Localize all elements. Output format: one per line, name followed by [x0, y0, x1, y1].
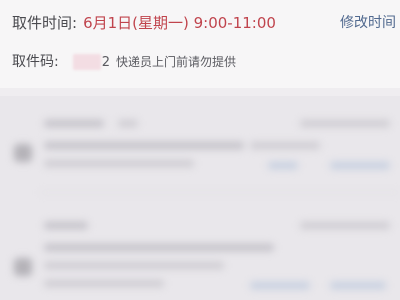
blurred-list-item	[0, 96, 400, 196]
pickup-time-value: 6月1日(星期一) 9:00-11:00	[83, 14, 276, 32]
package-icon	[14, 144, 32, 162]
pickup-code-label: 取件码:	[12, 54, 59, 70]
pickup-code-hint: 快递员上门前请勿提供	[116, 55, 237, 69]
pickup-code-visible-digit: 2	[101, 55, 110, 70]
modify-time-link[interactable]: 修改时间	[340, 12, 396, 34]
pickup-time-label: 取件时间:	[12, 14, 78, 32]
pickup-code-redaction	[72, 54, 101, 70]
blurred-content	[0, 96, 400, 300]
order-detail-screen: 取件时间: 6月1日(星期一) 9:00-11:00 修改时间 取件码: 2 快递员上…	[0, 0, 400, 300]
blurred-list-item	[0, 200, 400, 300]
package-icon	[14, 258, 32, 276]
pickup-code-row: 取件码: 2 快递员上门前请勿提供	[12, 52, 236, 72]
pickup-time-row: 取件时间: 6月1日(星期一) 9:00-11:00	[12, 12, 276, 34]
blurred-tracking-list	[0, 96, 400, 300]
pickup-info-card: 取件时间: 6月1日(星期一) 9:00-11:00 修改时间 取件码: 2 快递员上…	[0, 0, 400, 88]
